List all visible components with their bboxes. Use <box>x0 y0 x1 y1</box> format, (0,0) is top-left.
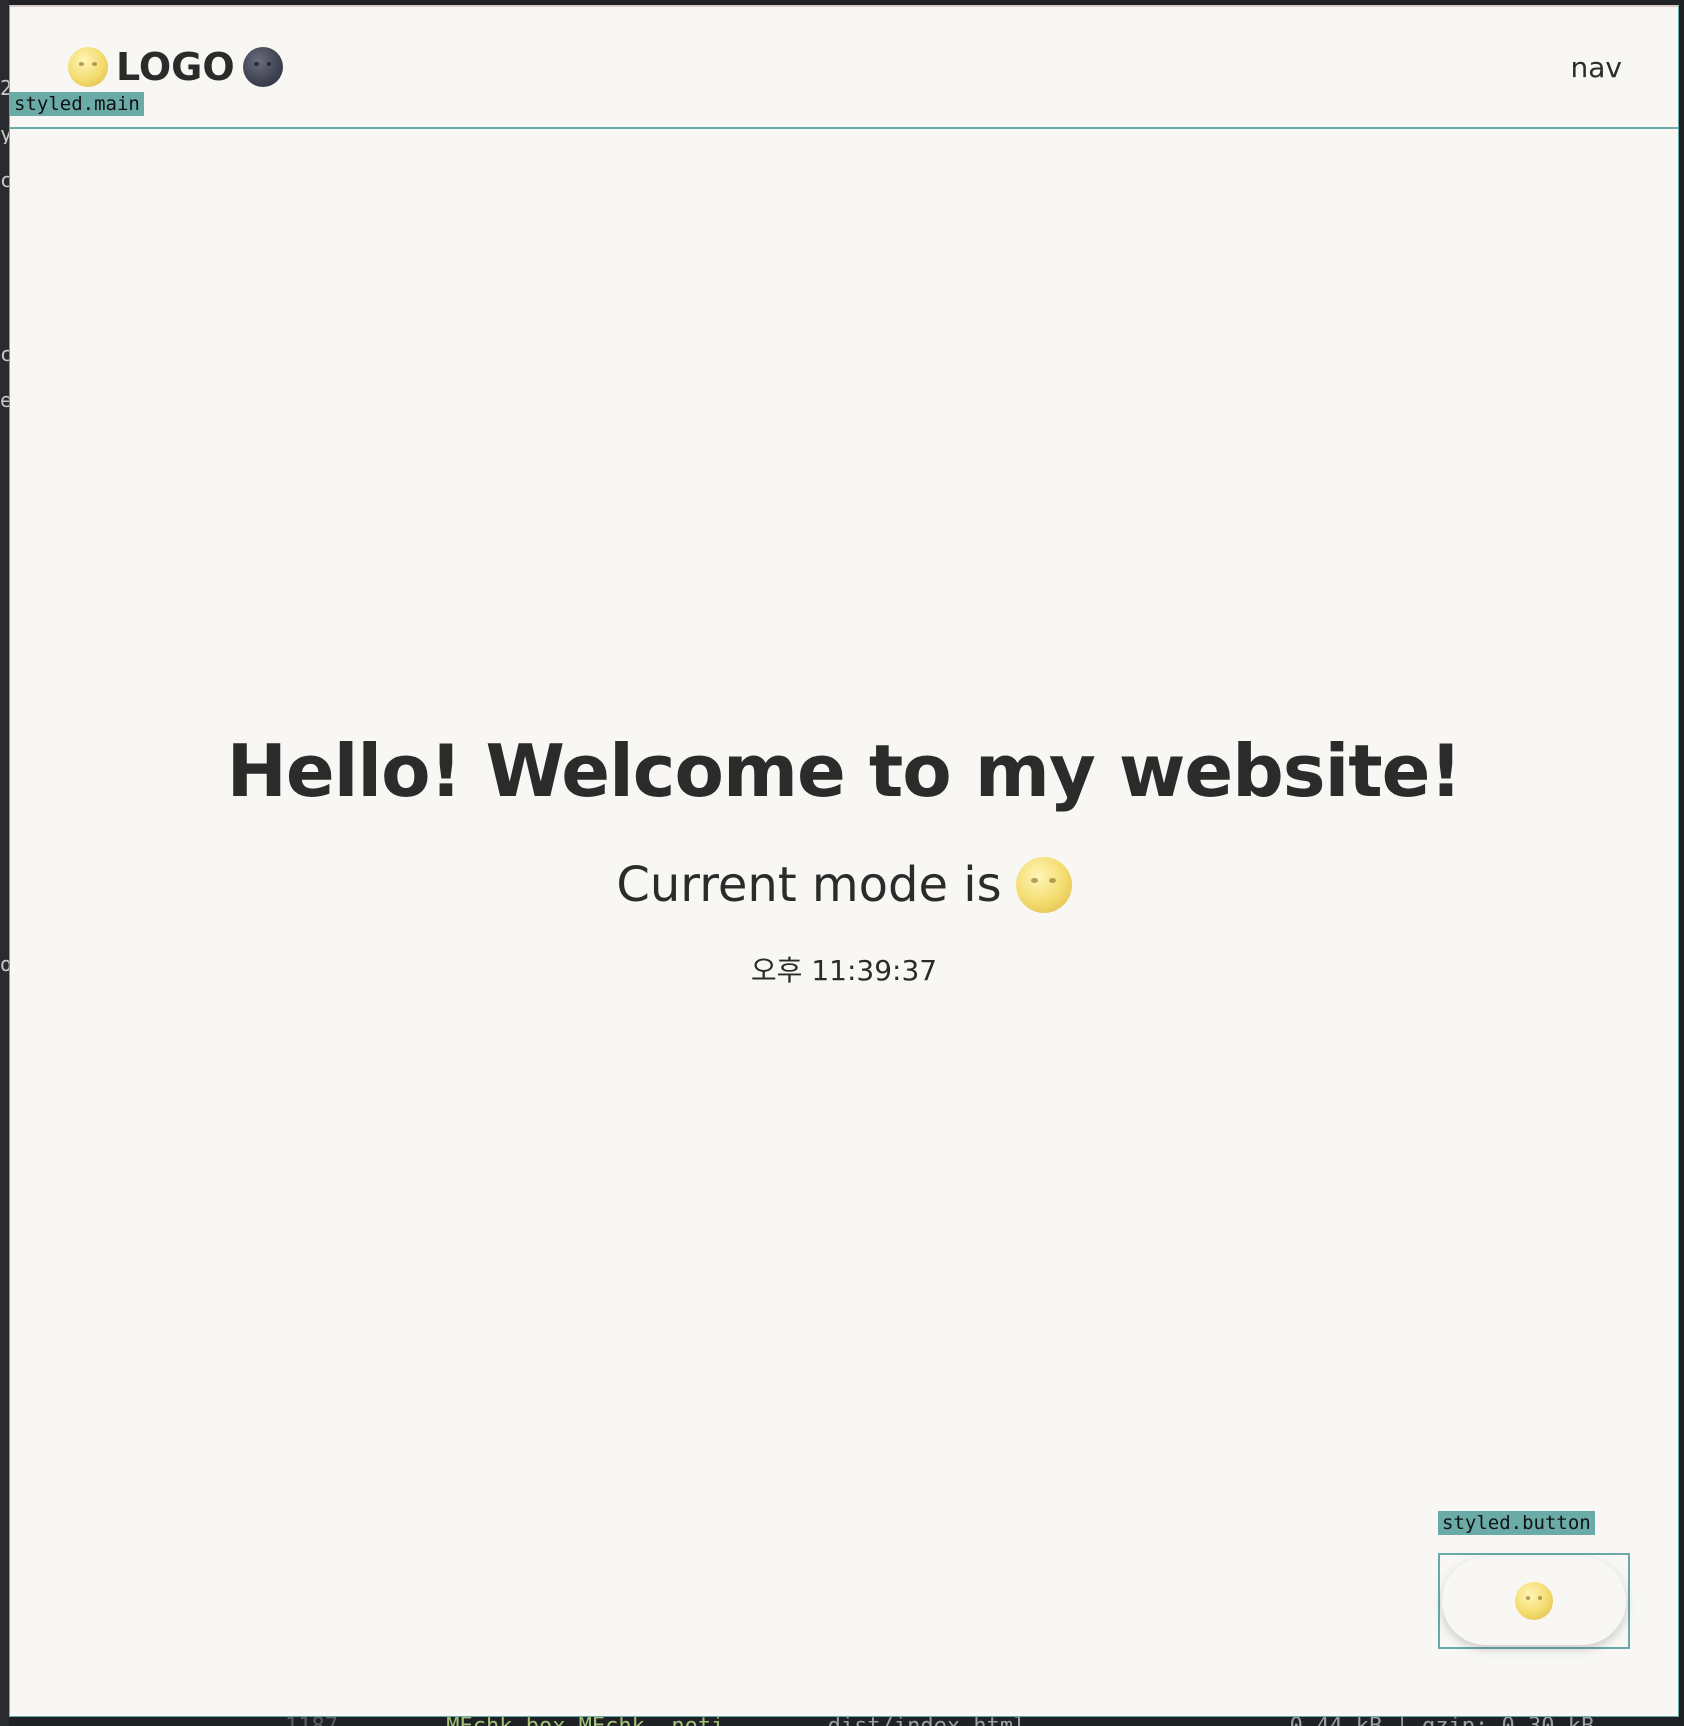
theme-toggle-outline <box>1438 1553 1630 1649</box>
gutter-char: c <box>0 170 9 190</box>
current-mode-line: Current mode is <box>10 857 1678 913</box>
page-title: Hello! Welcome to my website! <box>226 729 1463 813</box>
gutter-char: o <box>0 954 9 974</box>
mode-prefix: Current mode is <box>616 857 1002 913</box>
gutter-char: e <box>0 390 9 410</box>
full-moon-face-icon <box>1515 1582 1553 1620</box>
gutter-char: y <box>0 124 9 144</box>
full-moon-face-icon <box>1015 857 1072 913</box>
browser-viewport: LOGO nav styled.main Hello! Welcome to m… <box>9 5 1679 1717</box>
gutter-char: 2 <box>0 78 9 98</box>
full-moon-face-icon <box>68 47 108 87</box>
debug-label-main: styled.main <box>10 92 144 116</box>
main-content: Hello! Welcome to my website! Current mo… <box>10 129 1678 1716</box>
new-moon-face-icon <box>242 47 283 87</box>
build-output-path: dist/index.html <box>828 1716 1027 1726</box>
gutter-char: c <box>0 344 9 364</box>
editor-gutter: 2 y c c e o <box>0 0 9 1726</box>
line-number: 1187 <box>285 1716 338 1726</box>
debug-label-button: styled.button <box>1438 1511 1595 1535</box>
editor-bottom-line: 1187 MEchk_box MEchk__noti dist/index.ht… <box>285 1716 1594 1726</box>
current-time: 오후 11:39:37 <box>750 954 938 987</box>
site-logo[interactable]: LOGO <box>68 45 283 89</box>
site-header: LOGO nav <box>10 7 1678 129</box>
code-text: MEchk_box MEchk__noti <box>446 1716 724 1726</box>
logo-text: LOGO <box>116 45 235 89</box>
nav-link[interactable]: nav <box>1571 51 1622 84</box>
theme-toggle-button[interactable] <box>1442 1557 1626 1645</box>
build-output-size: 0.44 kB │ gzip: 0.30 kB <box>1290 1716 1595 1726</box>
